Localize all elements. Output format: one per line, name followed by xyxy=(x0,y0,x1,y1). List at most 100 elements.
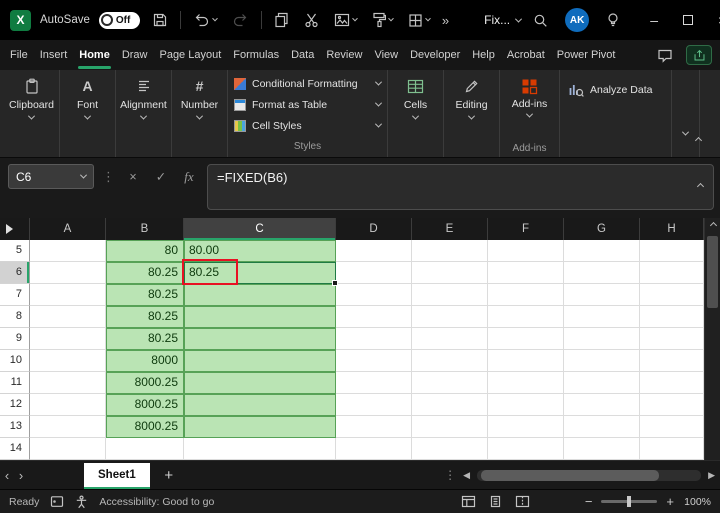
cell-D5[interactable] xyxy=(336,240,412,262)
cell-H12[interactable] xyxy=(640,394,704,416)
page-layout-view-button[interactable] xyxy=(489,495,502,508)
cell-B11[interactable]: 8000.25 xyxy=(106,372,184,394)
cell-G6[interactable] xyxy=(564,262,640,284)
scrollbar-options-icon[interactable]: ⋮ xyxy=(444,468,456,482)
cell-F10[interactable] xyxy=(488,350,564,372)
ideas-button[interactable] xyxy=(603,9,623,31)
sheet-nav-right-button[interactable]: › xyxy=(14,461,28,489)
column-header-D[interactable]: D xyxy=(336,218,412,240)
zoom-slider[interactable] xyxy=(601,496,658,507)
drag-handle-icon[interactable]: ⋮ xyxy=(102,164,115,189)
ribbon-group-addins[interactable]: Add-ins Add-ins xyxy=(500,70,560,157)
menu-view[interactable]: View xyxy=(368,40,404,70)
document-title[interactable]: Fix... xyxy=(484,13,523,27)
cell-G9[interactable] xyxy=(564,328,640,350)
menu-acrobat[interactable]: Acrobat xyxy=(501,40,551,70)
cell-A13[interactable] xyxy=(30,416,106,438)
cell-F14[interactable] xyxy=(488,438,564,460)
cell-B9[interactable]: 80.25 xyxy=(106,328,184,350)
cell-C7[interactable] xyxy=(184,284,336,306)
cell-E10[interactable] xyxy=(412,350,488,372)
cell-G7[interactable] xyxy=(564,284,640,306)
cell-H13[interactable] xyxy=(640,416,704,438)
cell-H10[interactable] xyxy=(640,350,704,372)
normal-view-button[interactable] xyxy=(461,495,476,508)
cell-E9[interactable] xyxy=(412,328,488,350)
column-header-H[interactable]: H xyxy=(640,218,704,240)
ribbon-group-font[interactable]: A Font xyxy=(60,70,116,157)
row-header-14[interactable]: 14 xyxy=(0,438,30,460)
styles-group-label[interactable]: Styles xyxy=(234,141,381,155)
cell-A7[interactable] xyxy=(30,284,106,306)
menu-power-pivot[interactable]: Power Pivot xyxy=(551,40,622,70)
zoom-in-button[interactable]: + xyxy=(666,494,674,509)
cell-C12[interactable] xyxy=(184,394,336,416)
ribbon-group-cells[interactable]: Cells xyxy=(388,70,444,157)
fill-handle[interactable] xyxy=(332,280,338,286)
zoom-out-button[interactable]: − xyxy=(585,494,593,509)
toolbar-overflow-button[interactable]: » xyxy=(442,13,449,28)
cell-C6[interactable]: 80.25 xyxy=(182,259,338,286)
cell-C9[interactable] xyxy=(184,328,336,350)
cell-G12[interactable] xyxy=(564,394,640,416)
row-header-8[interactable]: 8 xyxy=(0,306,30,328)
hscroll-left-button[interactable]: ◀ xyxy=(463,470,470,481)
column-header-C[interactable]: C xyxy=(184,218,336,240)
hscroll-right-button[interactable]: ▶ xyxy=(708,470,715,481)
comments-button[interactable] xyxy=(654,45,676,66)
cell-E8[interactable] xyxy=(412,306,488,328)
row-header-5[interactable]: 5 xyxy=(0,240,30,262)
search-button[interactable] xyxy=(530,10,551,31)
cell-A5[interactable] xyxy=(30,240,106,262)
cell-B6[interactable]: 80.25 xyxy=(106,262,184,284)
cell-B5[interactable]: 80 xyxy=(106,240,184,262)
scroll-up-button[interactable] xyxy=(705,218,720,232)
cell-H6[interactable] xyxy=(640,262,704,284)
cell-D6[interactable] xyxy=(336,262,412,284)
copy-button[interactable] xyxy=(271,9,292,31)
close-button[interactable]: × xyxy=(705,3,720,37)
cell-E5[interactable] xyxy=(412,240,488,262)
cell-A12[interactable] xyxy=(30,394,106,416)
cell-B10[interactable]: 8000 xyxy=(106,350,184,372)
collapse-ribbon-button[interactable] xyxy=(693,127,704,151)
redo-button[interactable] xyxy=(229,10,252,31)
cell-G8[interactable] xyxy=(564,306,640,328)
cell-A9[interactable] xyxy=(30,328,106,350)
menu-data[interactable]: Data xyxy=(285,40,320,70)
cell-E11[interactable] xyxy=(412,372,488,394)
cell-H14[interactable] xyxy=(640,438,704,460)
menu-developer[interactable]: Developer xyxy=(404,40,466,70)
cell-D8[interactable] xyxy=(336,306,412,328)
menu-home[interactable]: Home xyxy=(73,40,116,70)
cell-A14[interactable] xyxy=(30,438,106,460)
cell-D11[interactable] xyxy=(336,372,412,394)
cell-B8[interactable]: 80.25 xyxy=(106,306,184,328)
horizontal-scrollbar-thumb[interactable] xyxy=(481,469,660,481)
row-header-10[interactable]: 10 xyxy=(0,350,30,372)
cell-F7[interactable] xyxy=(488,284,564,306)
cell-F9[interactable] xyxy=(488,328,564,350)
cell-E14[interactable] xyxy=(412,438,488,460)
cell-H9[interactable] xyxy=(640,328,704,350)
cell-G13[interactable] xyxy=(564,416,640,438)
format-painter-button[interactable] xyxy=(369,9,396,31)
menu-page-layout[interactable]: Page Layout xyxy=(153,40,227,70)
cancel-button[interactable]: × xyxy=(123,164,143,189)
row-header-7[interactable]: 7 xyxy=(0,284,30,306)
cell-C13[interactable] xyxy=(184,416,336,438)
avatar[interactable]: AK xyxy=(565,8,590,32)
vertical-scrollbar-thumb[interactable] xyxy=(707,236,718,308)
insert-function-button[interactable]: fx xyxy=(179,164,199,189)
conditional-formatting-button[interactable]: Conditional Formatting xyxy=(234,73,383,94)
cell-B14[interactable] xyxy=(106,438,184,460)
enter-button[interactable]: ✓ xyxy=(151,164,171,189)
cell-B7[interactable]: 80.25 xyxy=(106,284,184,306)
cell-D12[interactable] xyxy=(336,394,412,416)
row-header-11[interactable]: 11 xyxy=(0,372,30,394)
menu-insert[interactable]: Insert xyxy=(34,40,74,70)
cell-F12[interactable] xyxy=(488,394,564,416)
maximize-button[interactable] xyxy=(671,3,705,37)
cell-A11[interactable] xyxy=(30,372,106,394)
formula-input[interactable]: =FIXED(B6) xyxy=(207,164,714,210)
